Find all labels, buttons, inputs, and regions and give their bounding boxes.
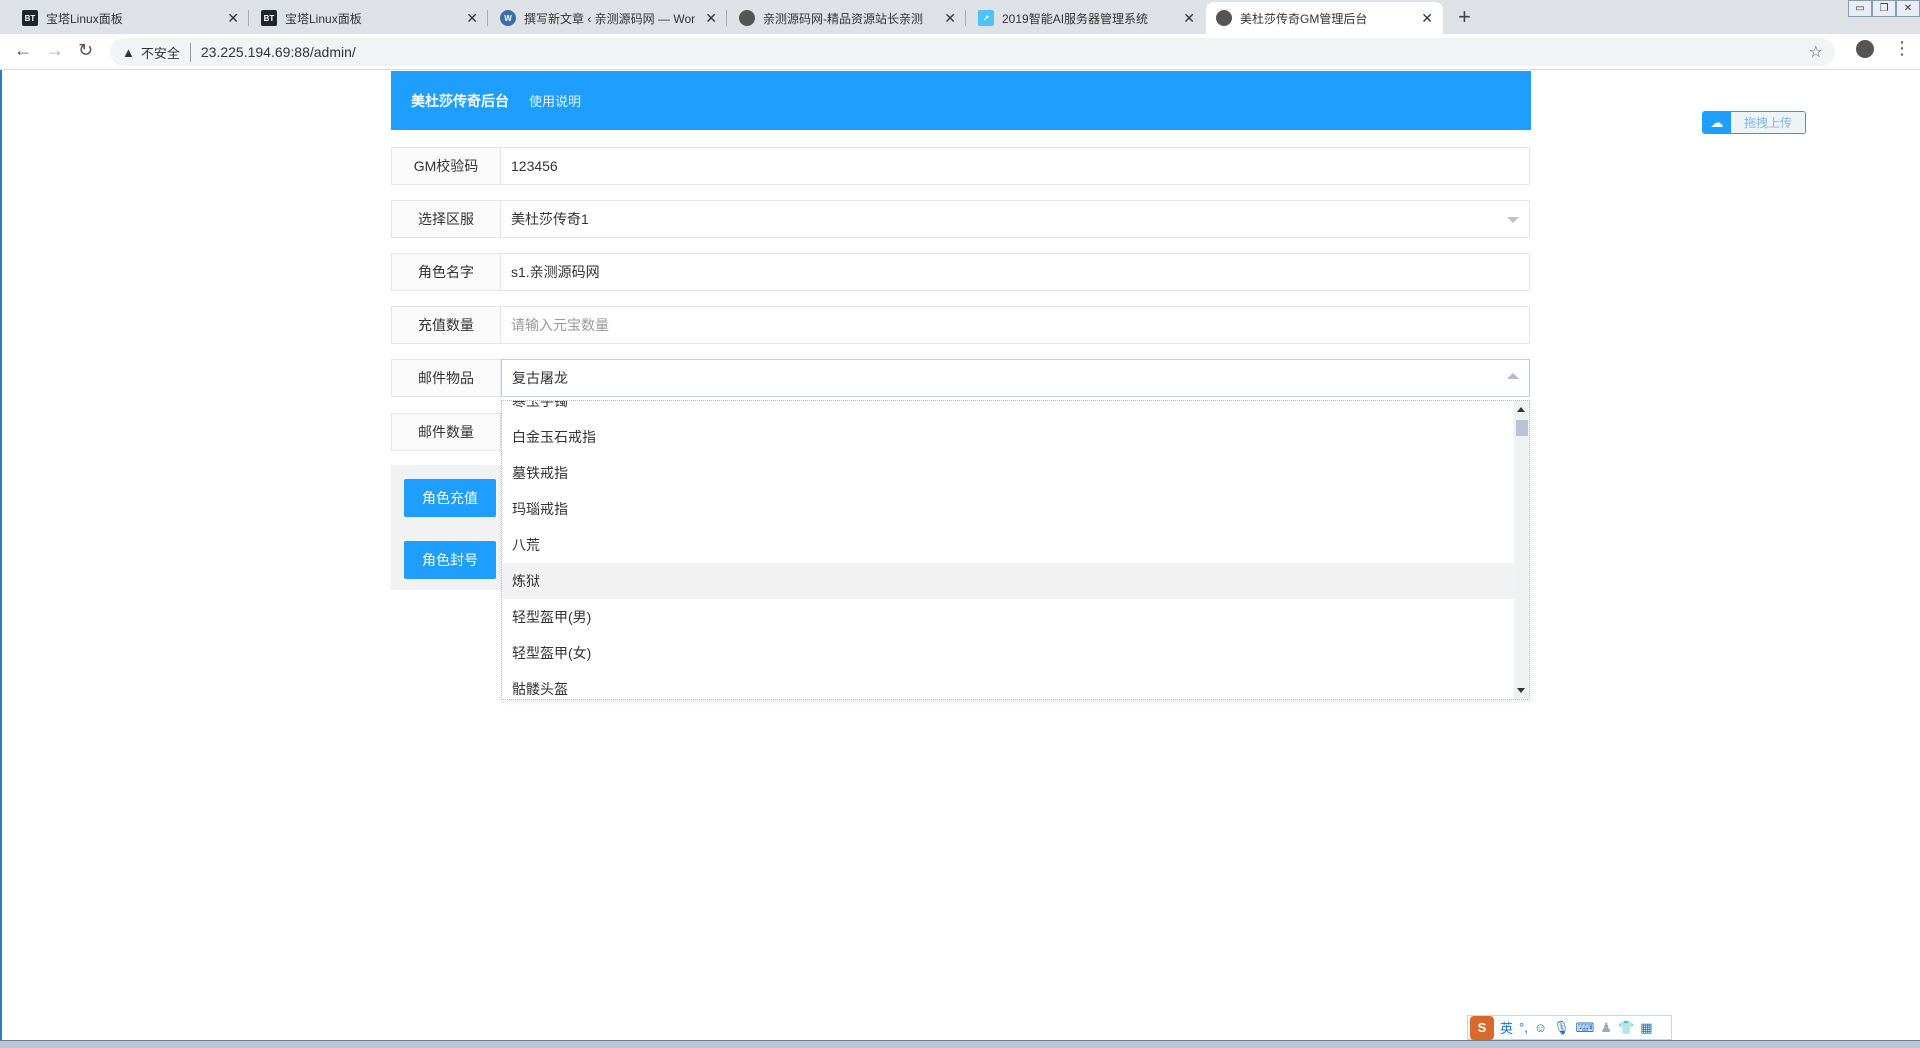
browser-tab-active[interactable]: 美杜莎传奇GM管理后台 ✕ [1206,2,1443,34]
bt-icon: BT [22,10,38,26]
dropdown-option[interactable]: 轻型盔甲(男) [502,599,1514,635]
globe-icon [1216,10,1232,26]
mail-count-label: 邮件数量 [391,413,501,451]
browser-tab[interactable]: W 撰写新文章 ‹ 亲测源码网 — Wor ✕ [490,2,727,34]
mail-item-label: 邮件物品 [391,359,501,397]
browser-tab[interactable]: ↗ 2019智能AI服务器管理系统 ✕ [968,2,1205,34]
dropdown-option-highlighted[interactable]: 炼狱 [502,563,1514,599]
dropdown-option[interactable]: 墓铁戒指 [502,455,1514,491]
address-bar-row: ← → ↻ ▲ 不安全 23.225.194.69:88/admin/ ☆ [0,34,1920,70]
chevron-down-icon [1507,217,1519,223]
chevron-up-icon [1507,373,1519,379]
microphone-icon[interactable]: 🎙 [1553,1020,1570,1036]
dropdown-option[interactable]: 寒玉手镯 [502,401,1514,419]
dropdown-option[interactable]: 八荒 [502,527,1514,563]
browser-tab[interactable]: BT 宝塔Linux面板 ✕ [251,2,488,34]
brand-title: 美杜莎传奇后台 [411,92,509,109]
security-label[interactable]: 不安全 [141,42,191,62]
browser-tab[interactable]: BT 宝塔Linux面板 ✕ [12,2,249,34]
page-header: 美杜莎传奇后台 使用说明 [391,71,1531,130]
recharge-label: 充值数量 [391,306,501,344]
dropdown-option[interactable]: 轻型盔甲(女) [502,635,1514,671]
role-name-input[interactable]: s1.亲测源码网 [501,253,1530,291]
taskbar [0,1040,1920,1048]
account-icon[interactable] [1856,40,1874,58]
chart-icon: ↗ [978,10,994,26]
forward-icon[interactable]: → [46,40,64,61]
user-icon[interactable]: ♟ [1600,1020,1612,1036]
dropdown-option[interactable]: 玛瑙戒指 [502,491,1514,527]
new-tab-button[interactable]: + [1458,4,1471,30]
upload-label: 拖拽上传 [1731,112,1805,133]
tab-title: 亲测源码网-精品资源站长亲测 [763,11,923,26]
url-text: 23.225.194.69:88/admin/ [200,44,356,60]
drag-upload-button[interactable]: ☁ 拖拽上传 [1702,111,1806,134]
mail-item-dropdown: 寒玉手镯 白金玉石戒指 墓铁戒指 玛瑙戒指 八荒 炼狱 轻型盔甲(男) 轻型盔甲… [501,400,1530,700]
server-value: 美杜莎传奇1 [511,211,589,227]
browser-tab[interactable]: 亲测源码网-精品资源站长亲测 ✕ [729,2,966,34]
wordpress-icon: W [500,10,516,26]
server-select[interactable]: 美杜莎传奇1 [501,200,1530,238]
close-tab-icon[interactable]: ✕ [944,10,956,27]
ban-button[interactable]: 角色封号 [404,541,496,579]
close-tab-icon[interactable]: ✕ [227,10,239,27]
keyboard-icon[interactable]: ⌨ [1576,1020,1595,1036]
recharge-input[interactable]: 请输入元宝数量 [501,306,1530,344]
emoji-icon[interactable]: ☺ [1534,1020,1547,1035]
minimize-button[interactable]: ▭ [1848,0,1872,17]
tab-title: 2019智能AI服务器管理系统 [1002,11,1149,26]
dropdown-option[interactable]: 骷髅头盔 [502,671,1514,699]
action-area: 角色充值 角色封号 [391,465,501,590]
ime-toolbar: S 英 °, ☺ 🎙 ⌨ ♟ 👕 ▦ [1467,1015,1672,1040]
role-name-row: 角色名字 s1.亲测源码网 [391,253,1530,291]
gm-code-label: GM校验码 [391,147,501,185]
back-icon[interactable]: ← [14,40,32,61]
gm-code-input[interactable]: 123456 [501,147,1530,185]
cloud-icon: ☁ [1703,112,1731,133]
bookmark-star-icon[interactable]: ☆ [1809,42,1823,62]
tab-title: 宝塔Linux面板 [46,11,123,26]
punctuation-icon[interactable]: °, [1519,1020,1528,1035]
restore-button[interactable]: ❐ [1872,0,1896,17]
server-label: 选择区服 [391,200,501,238]
skin-icon[interactable]: 👕 [1618,1020,1634,1036]
tab-bar: BT 宝塔Linux面板 ✕ BT 宝塔Linux面板 ✕ W 撰写新文章 ‹ 亲测源码网… [0,0,1920,34]
close-tab-icon[interactable]: ✕ [466,10,478,27]
bt-icon: BT [261,10,277,26]
tab-title: 美杜莎传奇GM管理后台 [1240,11,1368,26]
tab-title: 宝塔Linux面板 [285,11,362,26]
mail-item-value: 复古屠龙 [512,370,568,386]
gm-code-row: GM校验码 123456 [391,147,1530,185]
scroll-up-icon[interactable] [1517,407,1525,412]
toolbox-icon[interactable]: ▦ [1640,1020,1652,1036]
close-tab-icon[interactable]: ✕ [1183,10,1195,27]
globe-icon [739,10,755,26]
recharge-button[interactable]: 角色充值 [404,479,496,517]
sogou-logo-icon[interactable]: S [1470,1015,1494,1040]
ime-mode-toggle[interactable]: 英 [1500,1018,1513,1037]
mail-item-select[interactable]: 复古屠龙 [501,359,1530,397]
close-tab-icon[interactable]: ✕ [1421,10,1433,27]
warning-icon: ▲ [122,44,135,60]
url-input[interactable]: ▲ 不安全 23.225.194.69:88/admin/ ☆ [110,38,1835,66]
scroll-down-icon[interactable] [1517,688,1525,693]
mail-item-row: 邮件物品 复古屠龙 [391,359,1530,397]
dropdown-scrollbar[interactable] [1514,401,1529,699]
tab-title: 撰写新文章 ‹ 亲测源码网 — Wor [524,11,696,26]
reload-icon[interactable]: ↻ [78,40,93,61]
desktop-edge [0,70,2,1040]
help-link[interactable]: 使用说明 [529,91,581,110]
recharge-row: 充值数量 请输入元宝数量 [391,306,1530,344]
close-tab-icon[interactable]: ✕ [705,10,717,27]
role-name-label: 角色名字 [391,253,501,291]
scroll-thumb[interactable] [1516,420,1528,436]
close-window-button[interactable]: ✕ [1896,0,1920,17]
server-row: 选择区服 美杜莎传奇1 [391,200,1530,238]
window-controls: ▭ ❐ ✕ [1848,0,1920,17]
dropdown-option[interactable]: 白金玉石戒指 [502,419,1514,455]
menu-icon[interactable]: ⋮ [1893,38,1911,59]
